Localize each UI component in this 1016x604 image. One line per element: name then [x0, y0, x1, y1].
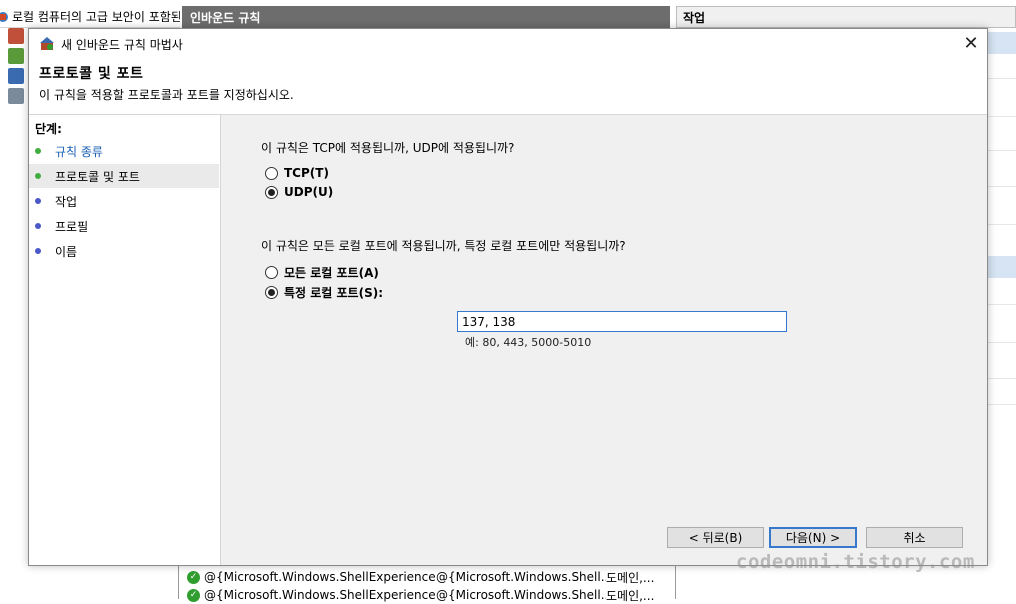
enabled-check-icon: ✓ — [187, 588, 200, 602]
step-pending-icon — [35, 198, 41, 204]
wizard-banner: 프로토콜 및 포트 이 규칙을 적용할 프로토콜과 포트를 지정하십시오. — [29, 59, 987, 115]
radio-unselected-icon[interactable] — [265, 266, 278, 279]
actions-section-header[interactable] — [987, 32, 1016, 54]
steps-label: 단계: — [35, 122, 62, 136]
radio-unselected-icon[interactable] — [265, 166, 278, 180]
step-protocol-and-ports: 프로토콜 및 포트 — [29, 164, 219, 188]
actions-panel — [987, 28, 1016, 599]
list-item[interactable]: ✓ @{Microsoft.Windows.ShellExperienceH..… — [187, 568, 656, 586]
next-button[interactable]: 다음(N) > — [769, 527, 857, 548]
page-title: 프로토콜 및 포트 — [39, 66, 144, 82]
dialog-title: 새 인바운드 규칙 마법사 — [61, 37, 183, 52]
page-subtitle: 이 규칙을 적용할 프로토콜과 포트를 지정하십시오. — [39, 88, 294, 102]
connection-security-icon[interactable] — [8, 68, 24, 84]
watermark: codeomni.tistory.com — [736, 551, 975, 573]
specific-ports-input[interactable] — [457, 311, 787, 332]
inbound-rules-header: 인바운드 규칙 — [182, 6, 670, 28]
udp-radio[interactable]: UDP(U) — [265, 185, 333, 199]
radio-selected-icon[interactable] — [265, 185, 278, 199]
step-pending-icon — [35, 223, 41, 229]
close-icon[interactable]: ✕ — [955, 29, 987, 57]
outbound-rules-icon[interactable] — [8, 48, 24, 64]
console-tree-icons — [8, 28, 28, 108]
firewall-icon — [0, 11, 9, 23]
dialog-titlebar: 새 인바운드 규칙 마법사 ✕ — [29, 29, 987, 59]
console-tree-title: 로컬 컴퓨터의 고급 보안이 포함된 — [12, 10, 180, 24]
protocol-question: 이 규칙은 TCP에 적용됩니까, UDP에 적용됩니까? — [261, 141, 515, 155]
cancel-button[interactable]: 취소 — [866, 527, 963, 548]
steps-panel: 단계: 규칙 종류 프로토콜 및 포트 작업 프로필 이름 — [29, 115, 221, 565]
enabled-check-icon: ✓ — [187, 570, 200, 584]
list-item[interactable]: ✓ @{Microsoft.Windows.ShellExperienceH..… — [187, 586, 656, 604]
radio-selected-icon[interactable] — [265, 286, 278, 299]
step-current-icon — [35, 173, 41, 179]
step-rule-type: 규칙 종류 — [29, 139, 219, 163]
actions-header: 작업 — [676, 6, 1016, 28]
monitoring-icon[interactable] — [8, 88, 24, 104]
new-inbound-rule-wizard: 새 인바운드 규칙 마법사 ✕ 프로토콜 및 포트 이 규칙을 적용할 프로토콜… — [28, 28, 988, 566]
inbound-rules-icon[interactable] — [8, 28, 24, 44]
specific-local-ports-radio[interactable]: 특정 로컬 포트(S): — [265, 284, 383, 301]
step-profile: 프로필 — [29, 214, 219, 238]
step-action: 작업 — [29, 189, 219, 213]
actions-section-header-2[interactable] — [987, 256, 1016, 278]
tcp-radio[interactable]: TCP(T) — [265, 166, 329, 180]
back-button[interactable]: < 뒤로(B) — [667, 527, 764, 548]
console-tree-header: 로컬 컴퓨터의 고급 보안이 포함된 — [0, 6, 180, 28]
port-example-hint: 예: 80, 443, 5000-5010 — [465, 336, 592, 349]
port-question: 이 규칙은 모든 로컬 포트에 적용됩니까, 특정 로컬 포트에만 적용됩니까? — [261, 239, 626, 253]
wizard-content: 이 규칙은 TCP에 적용됩니까, UDP에 적용됩니까? TCP(T) UDP… — [223, 115, 987, 565]
firewall-wizard-icon — [39, 36, 55, 52]
step-done-icon — [35, 148, 41, 154]
step-pending-icon — [35, 248, 41, 254]
all-local-ports-radio[interactable]: 모든 로컬 포트(A) — [265, 264, 379, 281]
rules-list: ✓ @{Microsoft.Windows.ShellExperienceH..… — [178, 565, 676, 603]
step-name: 이름 — [29, 239, 219, 263]
